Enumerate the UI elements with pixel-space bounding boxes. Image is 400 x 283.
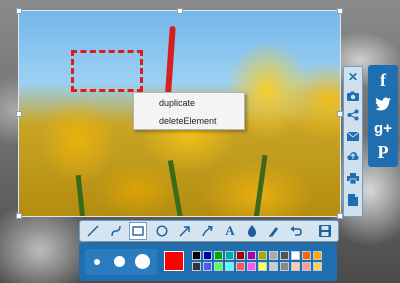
brush-size-group [85,249,157,275]
highlighter-tool-icon[interactable] [265,222,283,240]
text-tool-icon[interactable]: A [221,222,239,240]
camera-icon[interactable] [345,88,361,104]
brush-size-medium[interactable] [114,256,125,267]
color-swatch[interactable] [291,251,300,260]
document-icon[interactable] [345,192,361,208]
context-menu: duplicate deleteElement [133,92,245,130]
color-swatch[interactable] [236,262,245,271]
facebook-icon[interactable]: f [371,69,395,91]
curved-arrow-tool-icon[interactable] [199,222,217,240]
current-color-swatch[interactable] [164,251,184,271]
tulip-stem [75,174,86,217]
context-menu-delete-element[interactable]: deleteElement [134,113,244,129]
pinterest-icon[interactable]: P [371,141,395,163]
color-swatch[interactable] [291,262,300,271]
color-swatch[interactable] [192,262,201,271]
crop-handle-top-right[interactable] [337,8,343,14]
share-icon[interactable] [345,107,361,123]
fill-tool-icon[interactable] [243,222,261,240]
mail-icon[interactable] [345,128,361,144]
context-menu-duplicate[interactable]: duplicate [134,95,244,111]
curve-tool-icon[interactable] [107,222,125,240]
tulip-stem [167,160,184,217]
tulip-stem [253,154,268,217]
googleplus-icon[interactable]: g+ [371,117,395,139]
ellipse-tool-icon[interactable] [153,222,171,240]
color-swatch[interactable] [280,262,289,271]
color-swatch[interactable] [192,251,201,260]
color-swatch[interactable] [269,262,278,271]
color-swatch[interactable] [225,251,234,260]
social-share-bar: f g+ P [368,65,398,167]
brush-size-small[interactable] [94,259,100,265]
color-swatch[interactable] [225,262,234,271]
color-swatch[interactable] [280,251,289,260]
twitter-icon[interactable] [371,93,395,115]
drawing-toolbar: A [79,220,339,242]
right-toolbar: ✕ [343,66,363,217]
color-swatch[interactable] [258,262,267,271]
color-swatch[interactable] [236,251,245,260]
color-swatch[interactable] [214,262,223,271]
undo-icon[interactable] [287,222,305,240]
drawn-rectangle-selected[interactable] [71,50,143,92]
color-swatch[interactable] [313,262,322,271]
color-swatch[interactable] [203,251,212,260]
color-swatch[interactable] [302,251,311,260]
color-brush-panel [79,243,337,281]
rectangle-tool-icon[interactable] [129,222,147,240]
crop-handle-top[interactable] [177,8,183,14]
brush-size-large[interactable] [135,254,150,269]
color-swatch[interactable] [247,251,256,260]
print-icon[interactable] [345,170,361,186]
color-swatch[interactable] [302,262,311,271]
color-swatch[interactable] [313,251,322,260]
arrow-tool-icon[interactable] [176,222,194,240]
crop-handle-left[interactable] [16,111,22,117]
crop-handle-top-left[interactable] [16,8,22,14]
save-icon[interactable] [316,222,334,240]
crop-handle-bottom-left[interactable] [16,213,22,219]
upload-icon[interactable] [345,148,361,164]
line-tool-icon[interactable] [84,222,102,240]
color-swatch[interactable] [269,251,278,260]
color-swatch[interactable] [247,262,256,271]
color-swatch[interactable] [214,251,223,260]
color-swatch[interactable] [203,262,212,271]
color-swatch[interactable] [258,251,267,260]
close-icon[interactable]: ✕ [345,69,361,85]
